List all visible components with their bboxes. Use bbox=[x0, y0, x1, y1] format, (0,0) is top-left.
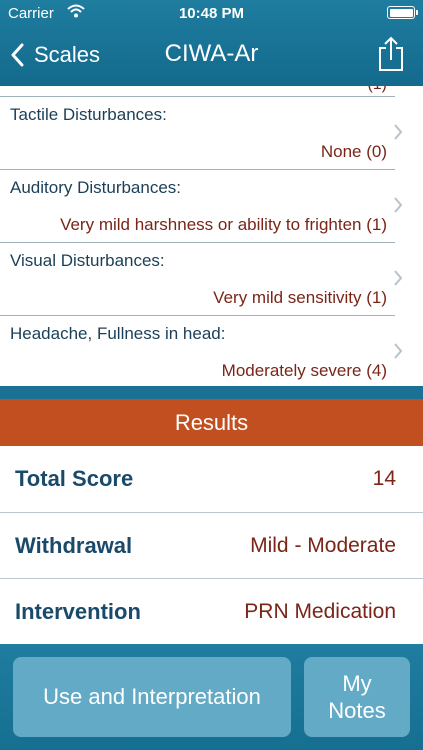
results-header: Results bbox=[0, 399, 423, 446]
navigation-bar: Carrier 10:48 PM Scales CIWA-Ar bbox=[0, 0, 423, 86]
result-value: Mild - Moderate bbox=[250, 534, 396, 557]
result-value: PRN Medication bbox=[244, 600, 396, 623]
list-item-value: Very mild sensitivity (1) bbox=[213, 288, 387, 307]
list-item-label: Auditory Disturbances: bbox=[10, 178, 182, 197]
list-item-label: Tactile Disturbances: bbox=[10, 105, 167, 124]
list-item-label: Visual Disturbances: bbox=[10, 251, 165, 270]
clock: 10:48 PM bbox=[178, 5, 245, 22]
my-notes-line2: Notes bbox=[328, 698, 386, 723]
result-row-intervention: Intervention PRN Medication bbox=[0, 579, 423, 643]
use-and-interpretation-button[interactable]: Use and Interpretation bbox=[13, 657, 291, 737]
page-title: CIWA-Ar bbox=[164, 40, 259, 67]
result-label: Withdrawal bbox=[15, 533, 133, 558]
list-item-visual[interactable]: Visual Disturbances: Very mild sensitivi… bbox=[0, 243, 423, 315]
chevron-right-icon bbox=[394, 197, 403, 213]
result-label: Intervention bbox=[15, 599, 141, 624]
list-item-value: Moderately severe (4) bbox=[221, 361, 387, 380]
list-item-label: Headache, Fullness in head: bbox=[10, 324, 226, 343]
result-row-withdrawal: Withdrawal Mild - Moderate bbox=[0, 513, 423, 577]
my-notes-button-label: My Notes bbox=[328, 670, 385, 724]
list-item-headache[interactable]: Headache, Fullness in head: Moderately s… bbox=[0, 316, 423, 386]
my-notes-line1: My bbox=[342, 671, 372, 696]
scale-items-list: (1) Tactile Disturbances: None (0) Audit… bbox=[0, 86, 423, 386]
battery-icon bbox=[387, 6, 418, 19]
list-item-value: None (0) bbox=[320, 142, 387, 161]
results-panel: Total Score 14 Withdrawal Mild - Moderat… bbox=[0, 446, 423, 644]
chevron-right-icon bbox=[394, 270, 403, 286]
chevron-right-icon bbox=[394, 343, 403, 359]
result-label: Total Score bbox=[15, 466, 134, 491]
my-notes-button[interactable]: My Notes bbox=[304, 657, 410, 737]
share-icon[interactable] bbox=[377, 36, 405, 72]
list-item-value: Very mild harshness or ability to fright… bbox=[60, 215, 387, 234]
section-divider bbox=[0, 386, 423, 399]
list-item-value-partial: (1) bbox=[367, 86, 387, 94]
list-item-tactile[interactable]: Tactile Disturbances: None (0) bbox=[0, 97, 423, 169]
status-bar: Carrier 10:48 PM bbox=[0, 0, 423, 28]
footer-toolbar: Use and Interpretation My Notes bbox=[0, 644, 423, 750]
list-item-auditory[interactable]: Auditory Disturbances: Very mild harshne… bbox=[0, 170, 423, 242]
result-row-total-score: Total Score 14 bbox=[0, 446, 423, 510]
chevron-right-icon bbox=[394, 124, 403, 140]
result-value: 14 bbox=[372, 467, 396, 490]
